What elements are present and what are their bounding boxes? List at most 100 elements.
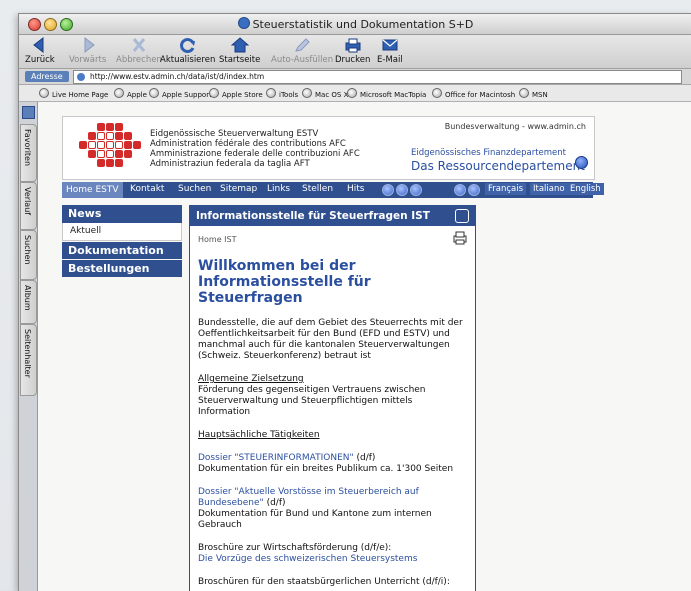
estv-logo[interactable] [73,123,143,173]
agency-line-de: Eidgenössische Steuerverwaltung ESTV [150,129,319,139]
dossier-2-languages: (d/f) [263,498,286,508]
breadcrumb[interactable]: Home IST [198,235,237,244]
nav-dot-icon[interactable] [468,184,480,196]
email-label: E-Mail [377,55,403,65]
autofill-pencil-icon [295,38,310,52]
stop-label: Abbrechen [116,55,162,65]
favorite-live-home-page[interactable]: Live Home Page [39,88,108,99]
print-page-icon[interactable] [453,231,467,245]
stop-x-icon [132,38,146,52]
favorite-office-for-macintosh[interactable]: Office for Macintosh [432,88,515,99]
brochure-2: Broschüren für den staatsbürgerlichen Un… [198,577,465,588]
panel-info-icon[interactable] [455,209,469,223]
brochure-2-title: Broschüren für den staatsbürgerlichen Un… [198,577,450,587]
nav-hits[interactable]: Hits [347,184,365,194]
nav-kontakt[interactable]: Kontakt [130,184,164,194]
favorite-label: Microsoft MacTopia [360,91,427,99]
goal-section: Allgemeine Zielsetzung Förderung des geg… [198,374,465,418]
browser-toolbar: Zurück Vorwärts Abbrechen Aktualisieren … [19,35,691,69]
tab-verlauf[interactable]: Verlauf [20,182,37,230]
agency-line-it: Amministrazione federale delle contribuz… [150,149,360,159]
nav-dot-icon[interactable] [382,184,394,196]
department-name: Eidgenössisches Finanzdepartement [411,148,567,158]
tab-seitenhalter[interactable]: Seitenhalter [20,324,37,396]
home-label: Startseite [219,55,261,65]
forward-button[interactable]: Vorwärts [69,37,106,65]
address-bar: Adresse http://www.estv.admin.ch/data/is… [19,69,691,85]
nav-links[interactable]: Links [267,184,290,194]
email-button[interactable]: E-Mail [377,37,403,65]
article-body: Willkommen bei der Informationsstelle fü… [198,258,465,591]
menu-bestellungen[interactable]: Bestellungen [62,260,182,277]
reload-button[interactable]: Aktualisieren [160,37,215,65]
forward-label: Vorwärts [69,55,107,65]
back-button[interactable]: Zurück [25,37,55,65]
menu-dokumentation[interactable]: Dokumentation [62,242,182,259]
menu-news[interactable]: News [62,205,182,223]
favorite-mac-os-x[interactable]: Mac OS X [302,88,348,99]
favorite-itools[interactable]: iTools [266,88,298,99]
tab-album[interactable]: Album [20,280,37,324]
autofill-button[interactable]: Auto-Ausfüllen [271,37,333,65]
dossier-1-text: Dokumentation für ein breites Publikum c… [198,464,454,474]
favorite-microsoft-mactopia[interactable]: Microsoft MacTopia [347,88,426,99]
nav-dot-icon[interactable] [396,184,408,196]
home-icon [230,37,249,53]
reload-label: Aktualisieren [160,55,216,65]
lang-english[interactable]: English [567,183,604,195]
nav-stellen[interactable]: Stellen [302,184,333,194]
nav-dot-icon[interactable] [454,184,466,196]
favorites-bar: Live Home Page Apple Apple Support Apple… [19,85,691,102]
print-button[interactable]: Drucken [335,37,370,65]
window-title-text: Steuerstatistik und Dokumentation S+D [252,18,474,31]
bookmark-icon [347,88,357,98]
nav-dot-icon[interactable] [410,184,422,196]
favorite-msn[interactable]: MSN [519,88,548,99]
bookmark-icon [114,88,124,98]
department-button-icon[interactable] [575,156,588,169]
bookmark-icon [519,88,529,98]
nav-home-estv[interactable]: Home ESTV [62,182,123,198]
address-label: Adresse [25,71,69,82]
page-globe-icon [237,17,250,29]
left-menu: News Aktuell Dokumentation Bestellungen [62,205,182,277]
stop-button[interactable]: Abbrechen [116,37,162,65]
goal-text: Förderung des gegenseitigen Vertrauens z… [198,385,426,417]
bookmark-icon [302,88,312,98]
tab-label: Seitenhalter [23,329,32,378]
favorite-label: Apple Support [162,91,212,99]
lang-francais[interactable]: Français [485,183,527,195]
dossier-2-link[interactable]: Dossier "Aktuelle Vorstösse im Steuerber… [198,487,419,508]
favorite-label: Office for Macintosh [445,91,516,99]
web-content: Eidgenössische Steuerverwaltung ESTV Adm… [38,102,691,591]
nav-suchen[interactable]: Suchen [178,184,211,194]
menu-aktuell[interactable]: Aktuell [62,223,182,241]
url-field[interactable]: http://www.estv.admin.ch/data/ist/d/inde… [73,70,682,84]
admin-ch-link[interactable]: Bundesverwaltung - www.admin.ch [445,122,586,131]
lang-italiano[interactable]: Italiano [530,183,568,195]
dossier-1-languages: (d/f) [353,453,376,463]
brochure-1-link[interactable]: Die Vorzüge des schweizerischen Steuersy… [198,554,465,565]
dossier-1: Dossier "STEUERINFORMATIONEN" (d/f) Doku… [198,453,465,475]
favorite-label: Mac OS X [315,91,349,99]
bookmark-icon [209,88,219,98]
envelope-icon [382,39,398,51]
forward-arrow-icon [84,37,95,53]
favorite-apple[interactable]: Apple [114,88,147,99]
tab-favoriten[interactable]: Favoriten [20,124,37,182]
dossier-1-link[interactable]: Dossier "STEUERINFORMATIONEN" [198,453,354,463]
tab-label: Album [23,285,32,311]
home-button[interactable]: Startseite [219,37,260,65]
tab-suchen[interactable]: Suchen [20,230,37,280]
tab-label: Favoriten [23,129,32,167]
favorite-apple-support[interactable]: Apple Support [149,88,212,99]
explorer-side-tabs: Favoriten Verlauf Suchen Album Seitenhal… [19,102,38,591]
bookmark-icon [39,88,49,98]
agency-line-fr: Administration fédérale des contribution… [150,139,346,149]
browser-window: Steuerstatistik und Dokumentation S+D Zu… [18,13,691,591]
favorite-apple-store[interactable]: Apple Store [209,88,263,99]
nav-sitemap[interactable]: Sitemap [220,184,257,194]
explorer-bar-toggle-icon[interactable] [22,106,35,119]
favorite-label: Apple [127,91,147,99]
panel-title: Informationsstelle für Steuerfragen IST [196,210,430,222]
